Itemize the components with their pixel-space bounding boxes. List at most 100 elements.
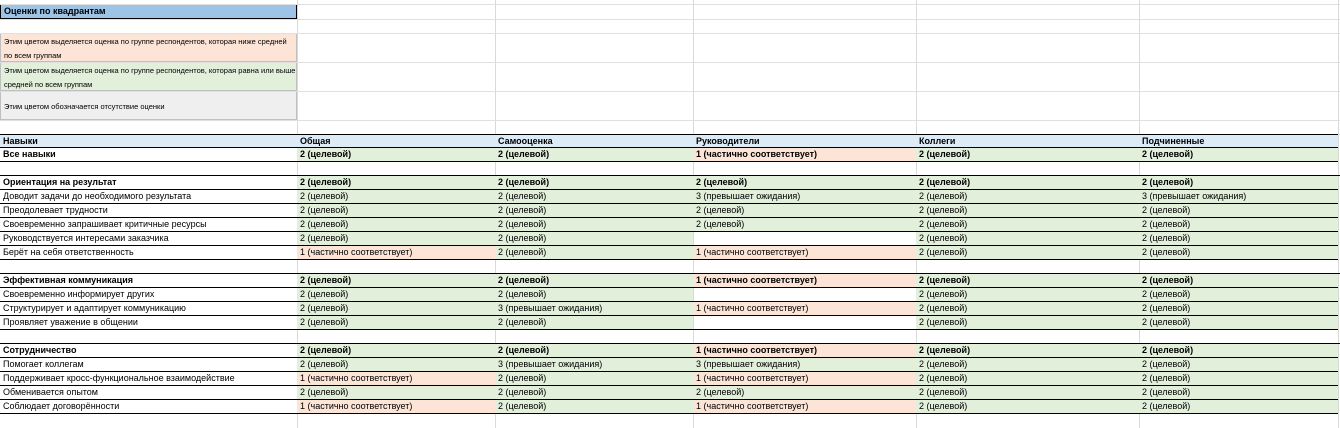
rating-cell[interactable]: 2 (целевой) [916, 148, 1139, 162]
skill-name[interactable]: Преодолевает трудности [0, 204, 297, 218]
skill-group-name[interactable]: Ориентация на результат [0, 176, 297, 190]
column-header[interactable]: Подчиненные [1139, 134, 1338, 148]
rating-cell[interactable]: 2 (целевой) [297, 204, 495, 218]
rating-cell[interactable]: 1 (частично соответствует) [297, 246, 495, 260]
rating-cell[interactable]: 2 (целевой) [297, 148, 495, 162]
rating-cell[interactable]: 2 (целевой) [1139, 316, 1338, 330]
rating-cell[interactable]: 1 (частично соответствует) [693, 246, 916, 260]
rating-cell[interactable]: 2 (целевой) [1139, 302, 1338, 316]
rating-cell[interactable]: 3 (превышает ожидания) [693, 190, 916, 204]
column-header[interactable]: Руководители [693, 134, 916, 148]
rating-cell[interactable]: 2 (целевой) [495, 274, 693, 288]
rating-cell[interactable]: 2 (целевой) [916, 400, 1139, 414]
rating-cell[interactable]: 3 (превышает ожидания) [495, 302, 693, 316]
column-header[interactable]: Коллеги [916, 134, 1139, 148]
skill-name[interactable]: Поддерживает кросс-функциональное взаимо… [0, 372, 297, 386]
rating-cell[interactable]: 1 (частично соответствует) [297, 372, 495, 386]
rating-cell[interactable]: 1 (частично соответствует) [693, 400, 916, 414]
rating-cell[interactable]: 2 (целевой) [495, 232, 693, 246]
column-header[interactable]: Общая [297, 134, 495, 148]
rating-cell[interactable]: 2 (целевой) [495, 288, 693, 302]
rating-cell[interactable]: 2 (целевой) [916, 302, 1139, 316]
rating-cell[interactable]: 2 (целевой) [297, 302, 495, 316]
skill-name[interactable]: Обменивается опытом [0, 386, 297, 400]
rating-cell[interactable]: 2 (целевой) [1139, 148, 1338, 162]
rating-cell[interactable]: 2 (целевой) [693, 176, 916, 190]
rating-cell[interactable]: 2 (целевой) [495, 190, 693, 204]
legend-at-or-above-average[interactable]: Этим цветом выделяется оценка по группе … [0, 62, 297, 91]
rating-cell[interactable]: 2 (целевой) [916, 232, 1139, 246]
rating-cell[interactable]: 2 (целевой) [916, 344, 1139, 358]
legend-no-rating[interactable]: Этим цветом обозначается отсутствие оцен… [0, 91, 297, 120]
rating-cell[interactable]: 2 (целевой) [297, 274, 495, 288]
skill-name[interactable]: Соблюдает договорённости [0, 400, 297, 414]
rating-cell[interactable]: 2 (целевой) [1139, 204, 1338, 218]
rating-cell[interactable]: 2 (целевой) [916, 204, 1139, 218]
rating-cell[interactable]: 1 (частично соответствует) [297, 400, 495, 414]
rating-cell[interactable]: 2 (целевой) [297, 232, 495, 246]
rating-cell[interactable]: 2 (целевой) [693, 218, 916, 232]
rating-cell[interactable]: 2 (целевой) [297, 176, 495, 190]
rating-cell[interactable]: 3 (превышает ожидания) [1139, 190, 1338, 204]
rating-cell[interactable]: 2 (целевой) [1139, 358, 1338, 372]
rating-cell[interactable]: 2 (целевой) [916, 288, 1139, 302]
rating-cell[interactable]: 2 (целевой) [495, 148, 693, 162]
skill-name[interactable]: Своевременно информирует других [0, 288, 297, 302]
rating-cell[interactable]: 2 (целевой) [1139, 176, 1338, 190]
rating-cell[interactable]: 2 (целевой) [1139, 246, 1338, 260]
skill-group-name[interactable]: Сотрудничество [0, 344, 297, 358]
rating-cell[interactable]: 3 (превышает ожидания) [693, 358, 916, 372]
skill-name[interactable]: Структурирует и адаптирует коммуникацию [0, 302, 297, 316]
rating-cell[interactable]: 2 (целевой) [1139, 372, 1338, 386]
rating-cell[interactable]: 2 (целевой) [495, 176, 693, 190]
spreadsheet[interactable]: Оценки по квадрантам Этим цветом выделяе… [0, 0, 1340, 428]
rating-cell[interactable]: 2 (целевой) [495, 316, 693, 330]
skill-name[interactable]: Руководствуется интересами заказчика [0, 232, 297, 246]
rating-cell[interactable]: 2 (целевой) [1139, 232, 1338, 246]
sheet-title[interactable]: Оценки по квадрантам [0, 4, 297, 19]
rating-cell[interactable]: 2 (целевой) [297, 218, 495, 232]
rating-cell[interactable]: 2 (целевой) [495, 344, 693, 358]
rating-cell[interactable]: 1 (частично соответствует) [693, 372, 916, 386]
rating-cell[interactable] [693, 316, 916, 330]
rating-cell[interactable]: 1 (частично соответствует) [693, 344, 916, 358]
rating-cell[interactable]: 1 (частично соответствует) [693, 274, 916, 288]
rating-cell[interactable]: 2 (целевой) [916, 274, 1139, 288]
legend-below-average[interactable]: Этим цветом выделяется оценка по группе … [0, 33, 297, 62]
rating-cell[interactable]: 2 (целевой) [297, 344, 495, 358]
rating-cell[interactable]: 2 (целевой) [1139, 288, 1338, 302]
rating-cell[interactable]: 2 (целевой) [916, 190, 1139, 204]
column-header[interactable]: Навыки [0, 134, 297, 148]
skill-name[interactable]: Берёт на себя ответственность [0, 246, 297, 260]
skill-group-name[interactable]: Эффективная коммуникация [0, 274, 297, 288]
rating-cell[interactable]: 2 (целевой) [297, 190, 495, 204]
rating-cell[interactable]: 2 (целевой) [495, 218, 693, 232]
rating-cell[interactable]: 1 (частично соответствует) [693, 148, 916, 162]
rating-cell[interactable]: 2 (целевой) [1139, 344, 1338, 358]
rating-cell[interactable]: 2 (целевой) [916, 372, 1139, 386]
skill-name[interactable]: Помогает коллегам [0, 358, 297, 372]
rating-cell[interactable]: 2 (целевой) [916, 386, 1139, 400]
rating-cell[interactable]: 2 (целевой) [1139, 274, 1338, 288]
rating-cell[interactable]: 2 (целевой) [693, 204, 916, 218]
rating-cell[interactable]: 2 (целевой) [1139, 386, 1338, 400]
rating-cell[interactable] [693, 288, 916, 302]
rating-cell[interactable]: 2 (целевой) [297, 358, 495, 372]
rating-cell[interactable] [693, 232, 916, 246]
rating-cell[interactable]: 2 (целевой) [297, 316, 495, 330]
rating-cell[interactable]: 1 (частично соответствует) [693, 302, 916, 316]
rating-cell[interactable]: 2 (целевой) [916, 246, 1139, 260]
rating-cell[interactable]: 2 (целевой) [1139, 218, 1338, 232]
rating-cell[interactable]: 2 (целевой) [297, 288, 495, 302]
rating-cell[interactable]: 2 (целевой) [297, 386, 495, 400]
rating-cell[interactable]: 2 (целевой) [495, 386, 693, 400]
skill-group-name[interactable]: Все навыки [0, 148, 297, 162]
rating-cell[interactable]: 2 (целевой) [693, 386, 916, 400]
skill-name[interactable]: Доводит задачи до необходимого результат… [0, 190, 297, 204]
rating-cell[interactable]: 2 (целевой) [495, 246, 693, 260]
rating-cell[interactable]: 2 (целевой) [916, 316, 1139, 330]
rating-cell[interactable]: 2 (целевой) [916, 218, 1139, 232]
rating-cell[interactable]: 2 (целевой) [495, 204, 693, 218]
rating-cell[interactable]: 2 (целевой) [916, 176, 1139, 190]
rating-cell[interactable]: 2 (целевой) [495, 372, 693, 386]
